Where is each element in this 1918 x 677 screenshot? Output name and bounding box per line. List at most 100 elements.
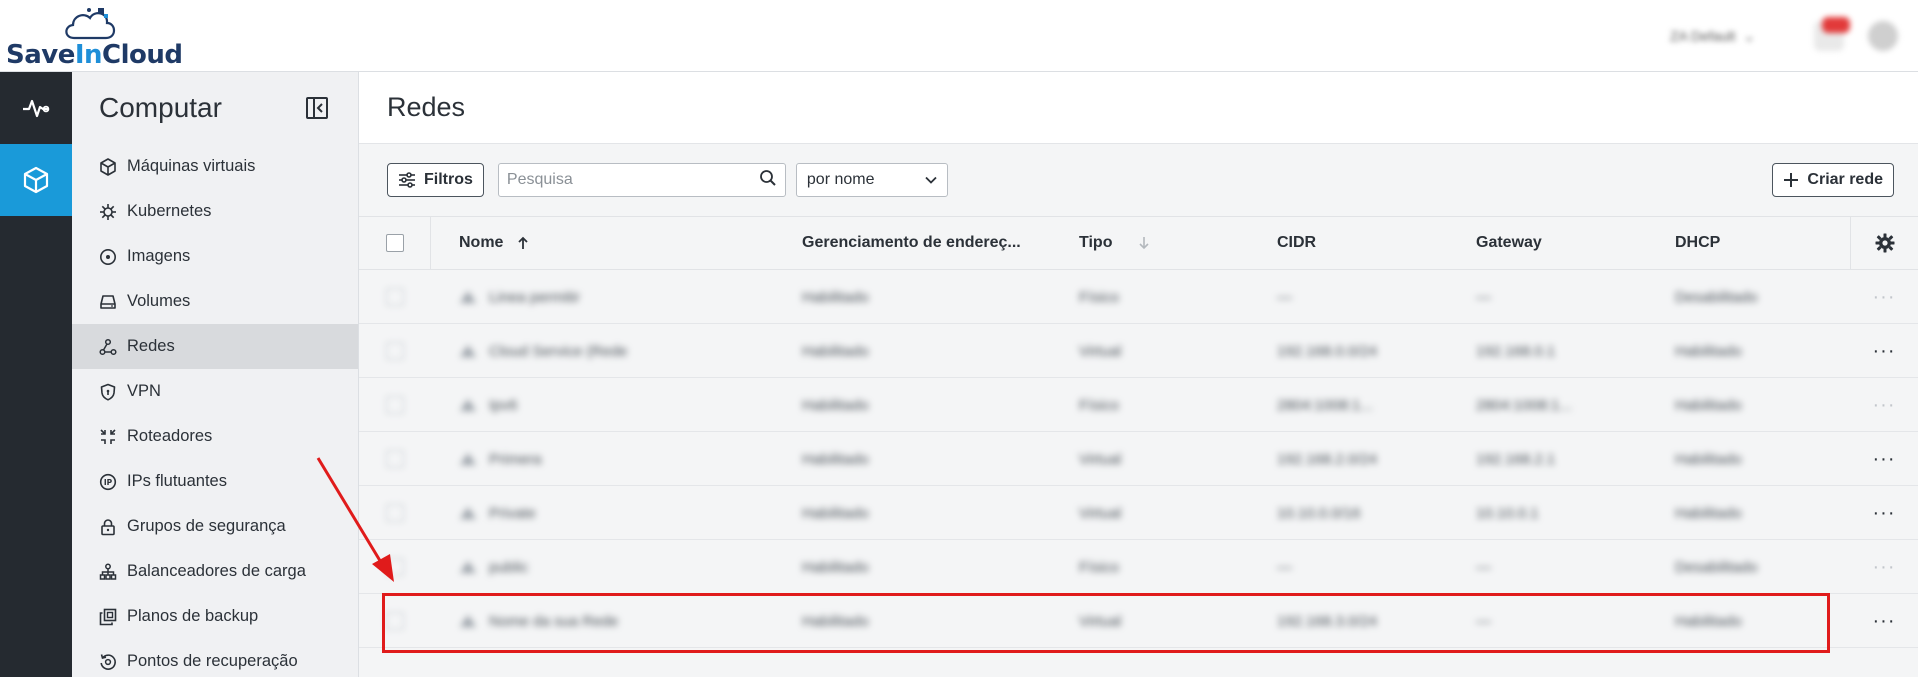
- sidebar-item-label: Imagens: [127, 247, 191, 265]
- table-row[interactable]: Linea permitir Habilitado Físico — — Desabili…: [359, 270, 1918, 324]
- create-network-button[interactable]: Criar rede: [1772, 163, 1894, 197]
- notifications-bell-icon[interactable]: [1814, 17, 1850, 51]
- cell-type: Físico: [1079, 288, 1120, 306]
- router-icon: [99, 428, 117, 446]
- sidebar-item-ips-flutuantes[interactable]: IP IPs flutuantes: [72, 459, 358, 504]
- col-header-type[interactable]: Tipo: [1079, 234, 1150, 252]
- sidebar-item-volumes[interactable]: Volumes: [72, 279, 358, 324]
- filters-button[interactable]: Filtros: [387, 163, 484, 197]
- sidebar-item-vpn[interactable]: VPN: [72, 369, 358, 414]
- user-avatar[interactable]: [1868, 21, 1898, 51]
- network-name-cell[interactable]: Private: [459, 486, 536, 540]
- saveincloud-logo[interactable]: SaveInCloud: [6, 6, 183, 70]
- col-header-dhcp[interactable]: DHCP: [1675, 234, 1720, 252]
- rail-monitoring[interactable]: [0, 72, 72, 144]
- col-header-cidr-label: CIDR: [1277, 234, 1317, 251]
- col-header-address-mgmt[interactable]: Gerenciamento de endereç...: [802, 234, 1021, 252]
- cube-icon: [23, 166, 49, 194]
- table-header: Nome Gerenciamento de endereç... Tipo CI…: [359, 216, 1918, 270]
- table-row[interactable]: public Habilitado Físico — — Desabilitado ···: [359, 540, 1918, 594]
- sort-select[interactable]: por nome: [795, 163, 948, 197]
- row-actions-menu-icon[interactable]: ···: [1850, 324, 1918, 378]
- select-all-checkbox[interactable]: [385, 234, 404, 252]
- row-checkbox[interactable]: [386, 558, 404, 576]
- cell-dhcp: Habilitado: [1675, 504, 1742, 522]
- cell-dhcp: Habilitado: [1675, 612, 1742, 630]
- sidebar-item-kubernetes[interactable]: Kubernetes: [72, 189, 358, 234]
- cell-cidr: —: [1277, 288, 1292, 306]
- sidebar-item-roteadores[interactable]: Roteadores: [72, 414, 358, 459]
- network-icon: [99, 338, 117, 356]
- col-header-gateway[interactable]: Gateway: [1476, 234, 1542, 252]
- cell-dhcp: Desabilitado: [1675, 558, 1758, 576]
- cell-mgmt: Habilitado: [802, 450, 869, 468]
- compute-sidenav: Computar Máquinas virtuais Kubernetes Im…: [72, 72, 359, 677]
- row-checkbox[interactable]: [386, 450, 404, 468]
- top-right-controls: ZA Default ⌄: [1670, 17, 1898, 54]
- network-name-cell[interactable]: Primera: [459, 432, 542, 486]
- col-header-type-label: Tipo: [1079, 234, 1113, 251]
- row-actions-menu-icon[interactable]: ···: [1850, 432, 1918, 486]
- sidebar-item-balanceadores-de-carga[interactable]: Balanceadores de carga: [72, 549, 358, 594]
- sidenav-header: Computar: [72, 72, 358, 144]
- table-row[interactable]: Nome da sua Rede Habilitado Virtual 192.168…: [359, 594, 1918, 648]
- sidebar-item-pontos-de-recuperacao[interactable]: Pontos de recuperação: [72, 639, 358, 677]
- sidebar-item-maquinas-virtuais[interactable]: Máquinas virtuais: [72, 144, 358, 189]
- sidebar-item-label: Roteadores: [127, 427, 213, 445]
- cell-dhcp: Desabilitado: [1675, 288, 1758, 306]
- row-checkbox[interactable]: [386, 342, 404, 360]
- sidebar-item-label: Grupos de segurança: [127, 517, 286, 535]
- network-name: Primera: [489, 450, 542, 468]
- col-header-cidr[interactable]: CIDR: [1277, 234, 1316, 252]
- search-icon[interactable]: [759, 169, 777, 192]
- network-type-icon: [460, 345, 476, 357]
- cell-gateway: —: [1476, 558, 1491, 576]
- sidebar-item-redes[interactable]: Redes: [72, 324, 358, 369]
- network-name: Ipv6: [489, 396, 518, 414]
- sidebar-item-imagens[interactable]: Imagens: [72, 234, 358, 279]
- row-actions-menu-icon: ···: [1872, 285, 1896, 308]
- backup-icon: [99, 608, 117, 626]
- cell-mgmt: Habilitado: [802, 342, 869, 360]
- sidebar-item-label: Balanceadores de carga: [127, 562, 306, 580]
- network-name-cell[interactable]: Ipv6: [459, 378, 517, 432]
- search-input[interactable]: [506, 171, 759, 189]
- cell-gateway: —: [1476, 288, 1491, 306]
- row-checkbox[interactable]: [386, 504, 404, 522]
- sidebar-item-label: Planos de backup: [127, 607, 259, 625]
- row-checkbox[interactable]: [386, 288, 404, 306]
- network-name-cell[interactable]: Nome da sua Rede: [459, 594, 618, 648]
- chevron-down-icon: [925, 171, 937, 189]
- row-checkbox[interactable]: [386, 396, 404, 414]
- region-select[interactable]: ZA Default ⌄: [1670, 24, 1790, 48]
- restore-icon: [99, 653, 117, 671]
- col-header-name[interactable]: Nome: [459, 234, 529, 252]
- table-row[interactable]: Primera Habilitado Virtual 192.168.2.0/24 19…: [359, 432, 1918, 486]
- cell-type: Virtual: [1079, 504, 1122, 522]
- sidebar-item-grupos-de-seguranca[interactable]: Grupos de segurança: [72, 504, 358, 549]
- network-name: public: [489, 558, 529, 576]
- network-type-icon: [460, 615, 476, 627]
- rail-compute[interactable]: [0, 144, 72, 216]
- row-actions-menu-icon[interactable]: ···: [1850, 486, 1918, 540]
- sidebar-item-label: Redes: [127, 337, 175, 355]
- row-actions-menu-icon[interactable]: ···: [1850, 594, 1918, 648]
- table-row[interactable]: Cloud Service (Rede Habilitado Virtual 192.…: [359, 324, 1918, 378]
- svg-text:IP: IP: [104, 478, 113, 487]
- cell-cidr: 192.168.3.0/24: [1277, 612, 1378, 630]
- balancer-icon: [99, 563, 117, 581]
- table-row[interactable]: Ipv6 Habilitado Físico 2804:1008:1... 2804:1…: [359, 378, 1918, 432]
- network-name-cell[interactable]: public: [459, 540, 528, 594]
- cell-gateway: —: [1476, 612, 1491, 630]
- cell-mgmt: Habilitado: [802, 612, 869, 630]
- sidenav-list: Máquinas virtuais Kubernetes Imagens Vol…: [72, 144, 358, 677]
- network-name-cell[interactable]: Linea permitir: [459, 270, 580, 324]
- network-name-cell[interactable]: Cloud Service (Rede: [459, 324, 627, 378]
- sidebar-item-planos-de-backup[interactable]: Planos de backup: [72, 594, 358, 639]
- row-checkbox[interactable]: [386, 612, 404, 630]
- collapse-sidebar-icon[interactable]: [304, 95, 330, 121]
- table-row[interactable]: Private Habilitado Virtual 10.10.0.0/16 10.1…: [359, 486, 1918, 540]
- gear-icon[interactable]: [1875, 233, 1895, 253]
- cell-dhcp: Habilitado: [1675, 342, 1742, 360]
- network-type-icon: [460, 453, 476, 465]
